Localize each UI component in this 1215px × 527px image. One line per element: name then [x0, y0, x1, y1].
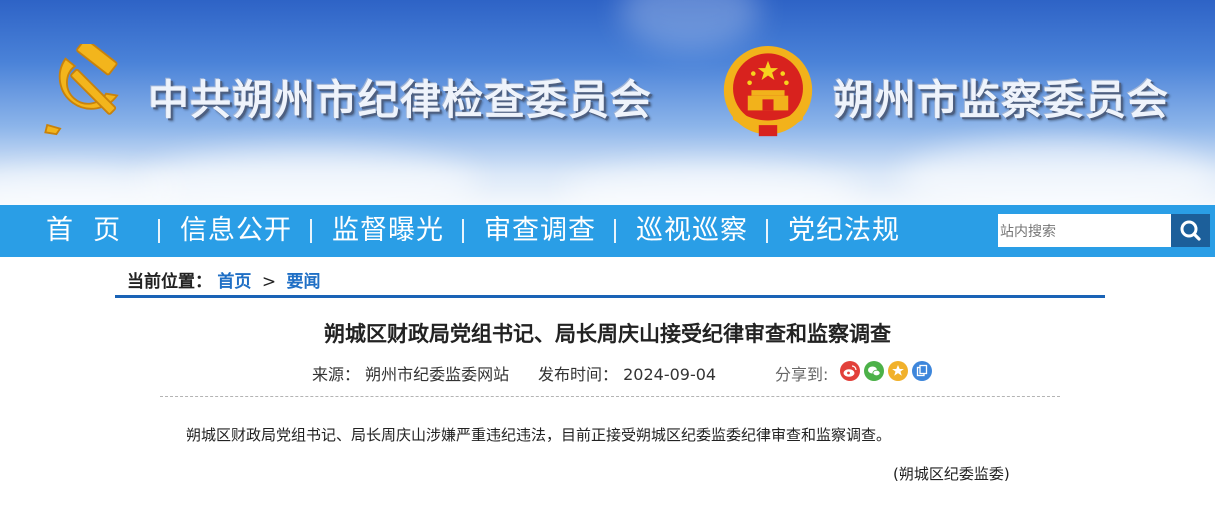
nav-review-investigation[interactable]: 审查调查: [484, 205, 596, 257]
nav-separator: [158, 219, 160, 243]
nav-home[interactable]: 首 页: [46, 205, 121, 257]
header-banner: 中共朔州市纪律检查委员会 朔州市监察委员会: [0, 0, 1215, 205]
source-label: 来源：: [312, 365, 361, 384]
article-source: 来源： 朔州市纪委监委网站: [312, 364, 509, 386]
national-emblem-icon: [723, 46, 813, 137]
weibo-icon[interactable]: [840, 361, 860, 381]
nav-separator: [766, 219, 768, 243]
breadcrumb-separator: >: [261, 272, 277, 292]
nav-supervision-exposure[interactable]: 监督曝光: [332, 205, 444, 257]
date-value: 2024-09-04: [623, 365, 717, 384]
supervision-title: 朔州市监察委员会: [833, 76, 1169, 124]
nav-inspection[interactable]: 巡视巡察: [636, 205, 748, 257]
copy-link-icon[interactable]: [912, 361, 932, 381]
search-input[interactable]: [998, 214, 1171, 247]
main-nav: 首 页 信息公开 监督曝光 审查调查 巡视巡察 党纪法规: [0, 205, 1215, 257]
nav-separator: [614, 219, 616, 243]
article-body: 朔城区财政局党组书记、局长周庆山涉嫌严重违纪违法，目前正接受朔城区纪委监委纪律审…: [186, 426, 892, 444]
nav-separator: [462, 219, 464, 243]
article-signature: (朔城区纪委监委): [893, 465, 1010, 483]
breadcrumb-current-link[interactable]: 要闻: [286, 272, 320, 292]
share-label: 分享到:: [775, 365, 829, 384]
nav-party-regulations[interactable]: 党纪法规: [788, 205, 900, 257]
search-button[interactable]: [1171, 214, 1210, 247]
qzone-icon[interactable]: [888, 361, 908, 381]
breadcrumb: 当前位置： 首页 > 要闻: [127, 268, 320, 296]
meta-divider: [160, 396, 1060, 397]
wechat-icon[interactable]: [864, 361, 884, 381]
breadcrumb-home-link[interactable]: 首页: [217, 272, 251, 292]
source-value: 朔州市纪委监委网站: [365, 365, 510, 384]
commission-title: 中共朔州市纪律检查委员会: [148, 76, 652, 124]
article-date: 发布时间： 2024-09-04: [538, 364, 716, 386]
search-icon: [1180, 220, 1201, 241]
hammer-sickle-icon: [44, 44, 119, 136]
nav-separator: [310, 219, 312, 243]
breadcrumb-label: 当前位置：: [127, 272, 212, 292]
breadcrumb-divider: [115, 295, 1105, 298]
article-title: 朔城区财政局党组书记、局长周庆山接受纪律审查和监察调查: [324, 322, 891, 346]
date-label: 发布时间：: [538, 365, 619, 384]
nav-info-disclosure[interactable]: 信息公开: [180, 205, 292, 257]
